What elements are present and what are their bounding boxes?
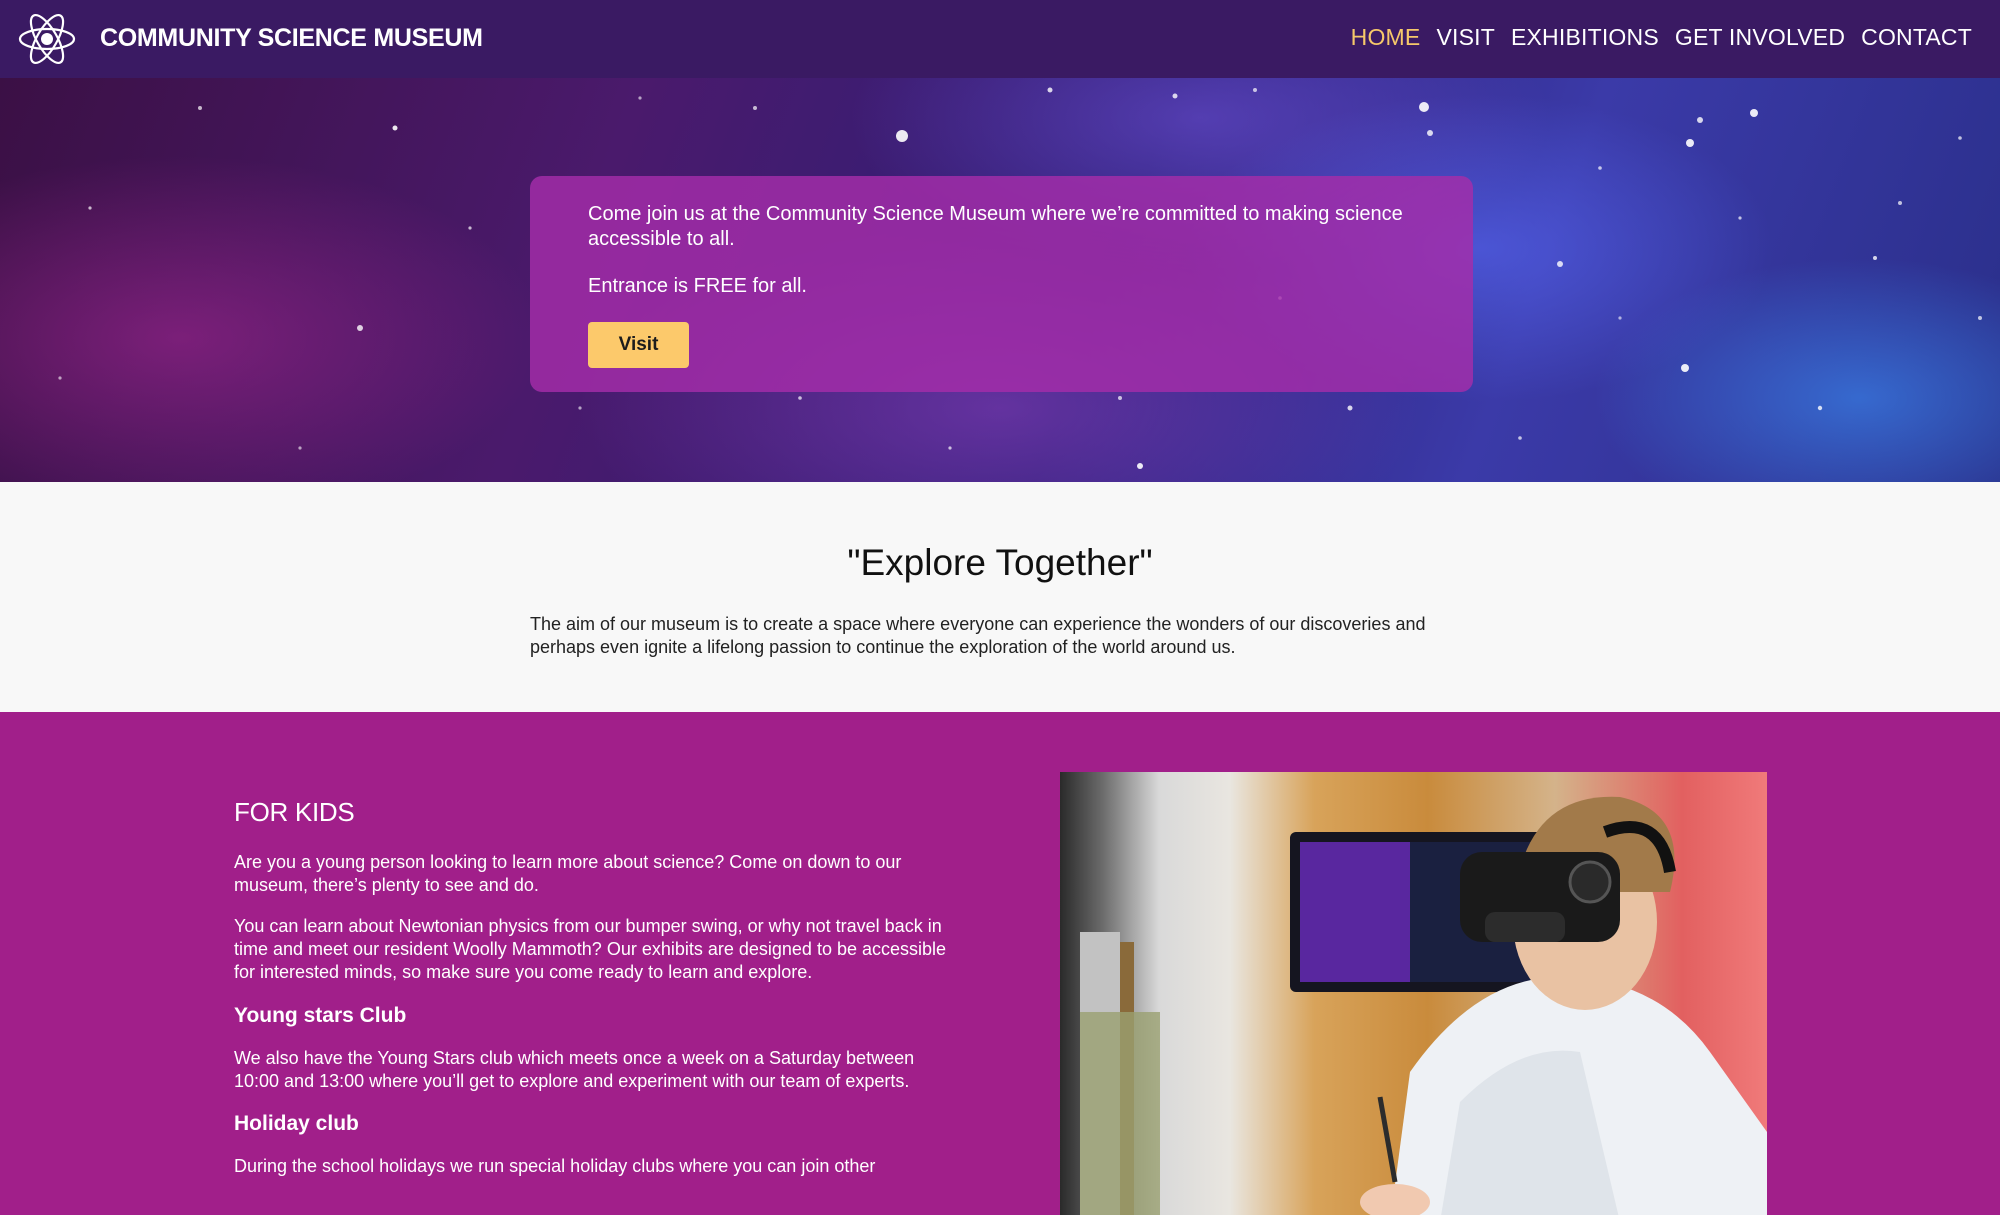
nav-get-involved[interactable]: GET INVOLVED [1675, 24, 1845, 51]
kids-title: FOR KIDS [234, 797, 355, 827]
atom-icon[interactable] [16, 8, 78, 70]
hero-entrance-text: Entrance is FREE for all. [588, 275, 807, 297]
vr-photo-illustration [1080, 796, 1767, 1215]
young-stars-text: We also have the Young Stars club which … [234, 1048, 915, 1091]
site-title[interactable]: COMMUNITY SCIENCE MUSEUM [100, 24, 483, 53]
kids-section: FOR KIDS Are you a young person looking … [0, 712, 2000, 1215]
visit-button[interactable]: Visit [588, 322, 689, 368]
nav-exhibitions[interactable]: EXHIBITIONS [1511, 24, 1659, 51]
vr-headset-photo [1060, 772, 1767, 1215]
explore-text: The aim of our museum is to create a spa… [530, 614, 1426, 657]
explore-heading: "Explore Together" [847, 542, 1153, 583]
kids-paragraph-1: Are you a young person looking to learn … [234, 852, 902, 895]
holiday-club-text: During the school holidays we run specia… [234, 1156, 876, 1176]
site-header: COMMUNITY SCIENCE MUSEUM HOME VISIT EXHI… [0, 0, 2000, 78]
young-stars-heading: Young stars Club [234, 1004, 407, 1027]
explore-section: "Explore Together" The aim of our museum… [0, 482, 2000, 712]
nav-visit[interactable]: VISIT [1436, 24, 1495, 51]
kids-content: FOR KIDS Are you a young person looking … [234, 797, 954, 1178]
main-nav: HOME VISIT EXHIBITIONS GET INVOLVED CONT… [1351, 24, 1972, 51]
hero-intro-text: Come join us at the Community Science Mu… [588, 203, 1403, 250]
kids-paragraph-2: You can learn about Newtonian physics fr… [234, 916, 947, 982]
hero-banner: Come join us at the Community Science Mu… [0, 78, 2000, 482]
nav-contact[interactable]: CONTACT [1861, 24, 1972, 51]
hero-callout: Come join us at the Community Science Mu… [530, 176, 1473, 392]
nav-home[interactable]: HOME [1351, 24, 1421, 51]
holiday-club-heading: Holiday club [234, 1112, 359, 1135]
